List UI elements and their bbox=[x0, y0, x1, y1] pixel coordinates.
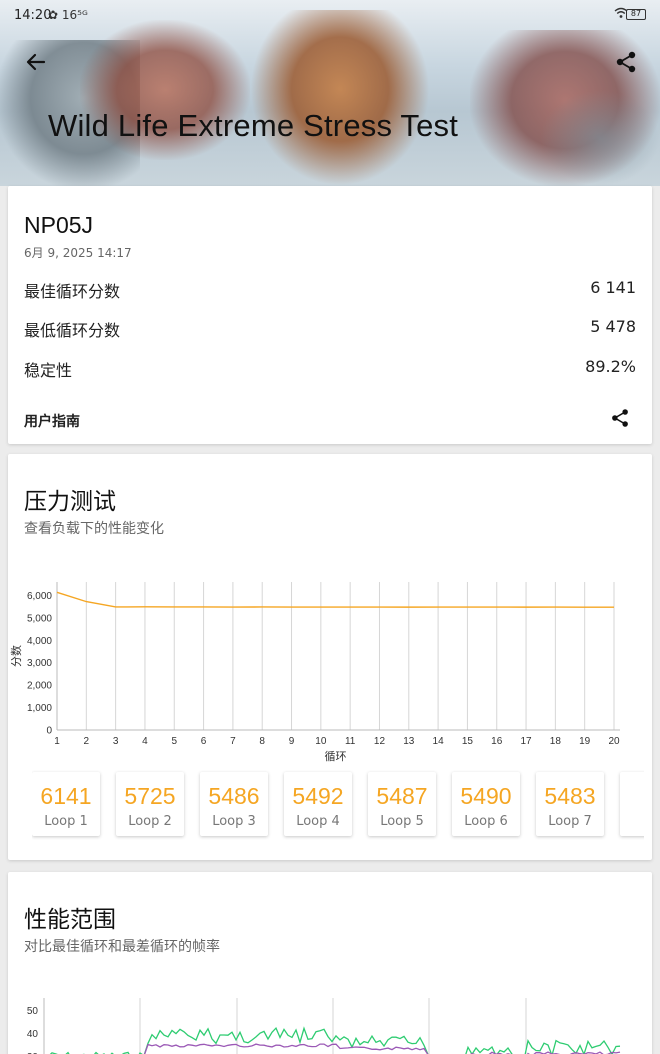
x-tick-label: 4 bbox=[142, 736, 148, 747]
worst-loop-row: 最低循环分数 5 478 bbox=[24, 317, 636, 341]
stability-row: 稳定性 89.2% bbox=[24, 357, 636, 381]
best-loop-value: 6 141 bbox=[590, 278, 636, 297]
fps-range-chart: 504030 bbox=[27, 998, 621, 1054]
y-tick-label: 1,000 bbox=[27, 703, 52, 714]
banner-art bbox=[540, 90, 660, 186]
status-extras: ✿ 16⁵ᴳ bbox=[48, 8, 88, 22]
x-tick-label: 16 bbox=[491, 736, 503, 747]
banner-art bbox=[250, 10, 430, 186]
loop-label: Loop 3 bbox=[212, 814, 256, 829]
x-tick-label: 17 bbox=[520, 736, 532, 747]
x-tick-label: 11 bbox=[345, 736, 356, 747]
y-tick-label: 50 bbox=[27, 1006, 39, 1017]
loop-label: Loop 5 bbox=[380, 814, 424, 829]
section-title: 压力测试 bbox=[24, 489, 116, 515]
loop-score: 5483 bbox=[544, 783, 596, 809]
test-date: 6月 9, 2025 14:17 bbox=[24, 246, 132, 260]
stability-label: 稳定性 bbox=[24, 361, 73, 380]
x-tick-label: 19 bbox=[579, 736, 591, 747]
worst-loop-label: 最低循环分数 bbox=[24, 321, 121, 340]
page-title: Wild Life Extreme Stress Test bbox=[48, 108, 459, 143]
best-loop-row: 最佳循环分数 6 141 bbox=[24, 278, 636, 302]
loop-score: 5725 bbox=[124, 783, 176, 809]
best-loop-fps-line bbox=[49, 1026, 621, 1054]
x-tick-label: 6 bbox=[201, 736, 207, 747]
best-loop-label: 最佳循环分数 bbox=[24, 282, 121, 301]
y-tick-label: 5,000 bbox=[27, 613, 52, 624]
loop-label: Loop 6 bbox=[464, 814, 508, 829]
x-tick-label: 15 bbox=[462, 736, 474, 747]
share-icon bbox=[612, 409, 628, 427]
stability-value: 89.2% bbox=[585, 357, 636, 376]
x-tick-label: 18 bbox=[550, 736, 562, 747]
section-title: 性能范围 bbox=[24, 907, 116, 933]
loop-score: 5490 bbox=[460, 783, 512, 809]
x-tick-label: 13 bbox=[403, 736, 415, 747]
status-time: 14:20 bbox=[14, 8, 52, 23]
y-tick-label: 3,000 bbox=[27, 658, 52, 669]
loop-card[interactable]: 5492 Loop 4 bbox=[284, 772, 352, 836]
loop-score-strip[interactable]: 6141 Loop 1 5725 Loop 2 5486 Loop 3 5492 Loop 4… bbox=[32, 770, 644, 840]
loop-label: Loop 7 bbox=[548, 814, 592, 829]
y-tick-label: 6,000 bbox=[27, 591, 52, 602]
share-guide-button[interactable] bbox=[608, 406, 632, 430]
share-button[interactable] bbox=[612, 48, 640, 76]
series-line bbox=[56, 591, 615, 608]
y-tick-label: 4,000 bbox=[27, 636, 52, 647]
x-tick-label: 8 bbox=[259, 736, 265, 747]
x-tick-label: 14 bbox=[433, 736, 445, 747]
loop-card[interactable]: 5725 Loop 2 bbox=[116, 772, 184, 836]
section-subtitle: 对比最佳循环和最差循环的帧率 bbox=[24, 939, 220, 955]
summary-card: NP05J 6月 9, 2025 14:17 最佳循环分数 6 141 最低循环… bbox=[8, 186, 652, 444]
performance-card: 性能范围 对比最佳循环和最差循环的帧率 504030 bbox=[8, 872, 652, 1054]
back-button[interactable] bbox=[22, 48, 50, 76]
y-tick-label: 2,000 bbox=[27, 681, 52, 692]
x-tick-label: 9 bbox=[289, 736, 295, 747]
loop-label: Loop 4 bbox=[296, 814, 340, 829]
loop-score: 5492 bbox=[292, 783, 344, 809]
device-name: NP05J bbox=[24, 212, 94, 238]
loop-label: L bbox=[620, 814, 644, 829]
share-icon bbox=[616, 51, 636, 73]
section-subtitle: 查看负载下的性能变化 bbox=[24, 521, 164, 537]
loop-score: 5486 bbox=[208, 783, 260, 809]
stress-test-card: 压力测试 查看负载下的性能变化 0 1,000 2,000 3,000 4,000 5,0… bbox=[8, 454, 652, 860]
worst-loop-value: 5 478 bbox=[590, 317, 636, 336]
loop-label: Loop 1 bbox=[44, 814, 88, 829]
x-tick-label: 10 bbox=[315, 736, 327, 747]
loop-label: Loop 2 bbox=[128, 814, 172, 829]
x-tick-label: 7 bbox=[230, 736, 236, 747]
y-tick-label: 40 bbox=[27, 1029, 39, 1040]
x-tick-label: 20 bbox=[608, 736, 620, 747]
loop-card[interactable]: 6141 Loop 1 bbox=[32, 772, 100, 836]
stress-line-chart: 01,0002,0003,0004,0005,0006,0001 2 3 4 5 6 7 8 9… bbox=[10, 582, 620, 763]
x-axis-label: 循环 bbox=[325, 750, 347, 763]
loop-card[interactable]: 5486 Loop 3 bbox=[200, 772, 268, 836]
x-tick-label: 3 bbox=[113, 736, 119, 747]
loop-card[interactable]: 5487 Loop 5 bbox=[368, 772, 436, 836]
loop-score: 5487 bbox=[376, 783, 428, 809]
x-tick-label: 1 bbox=[54, 736, 60, 747]
arrow-left-icon bbox=[26, 53, 46, 71]
loop-score: 5 bbox=[620, 783, 644, 810]
y-axis-label: 分数 bbox=[10, 645, 23, 667]
x-tick-label: 12 bbox=[374, 736, 386, 747]
status-bar: 14:20 ✿ 16⁵ᴳ 87 bbox=[0, 0, 660, 32]
user-guide-link[interactable]: 用户指南 bbox=[24, 411, 80, 431]
x-tick-label: 2 bbox=[84, 736, 90, 747]
battery-icon: 87 bbox=[626, 9, 646, 20]
loop-card[interactable]: 5490 Loop 6 bbox=[452, 772, 520, 836]
loop-score: 6141 bbox=[40, 783, 92, 809]
x-tick-label: 5 bbox=[171, 736, 177, 747]
y-tick-label: 0 bbox=[46, 726, 52, 737]
loop-card[interactable]: 5L bbox=[620, 772, 644, 836]
loop-card[interactable]: 5483 Loop 7 bbox=[536, 772, 604, 836]
